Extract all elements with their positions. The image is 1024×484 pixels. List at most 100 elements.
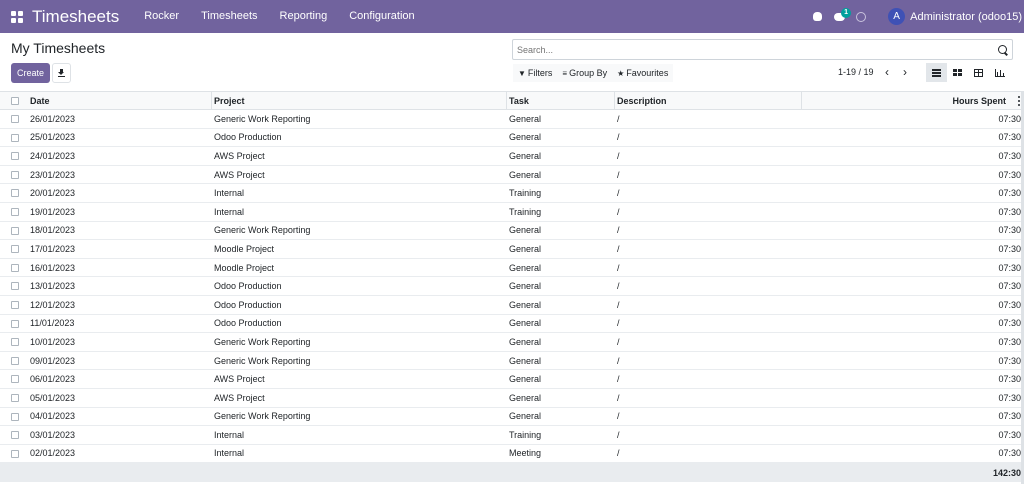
table-row[interactable]: 23/01/2023 AWS Project General / 07:30 xyxy=(0,166,1024,185)
row-checkbox[interactable] xyxy=(11,115,19,123)
row-checkbox[interactable] xyxy=(11,263,19,272)
row-task: General xyxy=(509,355,542,366)
row-checkbox[interactable] xyxy=(11,282,19,291)
menu-configuration[interactable]: Configuration xyxy=(338,0,425,33)
row-hours: 07:30 xyxy=(998,281,1021,292)
row-checkbox[interactable] xyxy=(11,226,19,235)
row-checkbox[interactable] xyxy=(11,133,19,142)
table-row[interactable]: 10/01/2023 Generic Work Reporting General /… xyxy=(0,333,1024,352)
row-description: / xyxy=(617,411,620,422)
messaging-chat-icon[interactable]: 1 xyxy=(828,0,852,33)
row-date: 06/01/2023 xyxy=(30,374,76,385)
row-description: / xyxy=(617,336,620,347)
row-task: General xyxy=(509,299,542,310)
row-task: General xyxy=(509,150,542,161)
row-hours: 07:30 xyxy=(998,374,1021,385)
col-task-header[interactable]: Task xyxy=(509,92,529,109)
row-project: Generic Work Reporting xyxy=(214,225,311,236)
table-row[interactable]: 04/01/2023 Generic Work Reporting General /… xyxy=(0,408,1024,427)
table-row[interactable]: 16/01/2023 Moodle Project General / 07:30 xyxy=(0,259,1024,278)
row-hours: 07:30 xyxy=(998,132,1021,143)
row-checkbox[interactable] xyxy=(11,412,19,421)
row-hours: 07:30 xyxy=(998,150,1021,161)
filters-button[interactable]: ▼ Filters xyxy=(513,64,557,82)
graph-view-button[interactable] xyxy=(989,63,1010,82)
user-menu[interactable]: A Administrator (odoo15) xyxy=(888,8,1022,25)
row-checkbox[interactable] xyxy=(11,338,19,347)
debug-bug-icon[interactable] xyxy=(806,0,828,33)
search-icon[interactable] xyxy=(998,45,1007,54)
row-project: Odoo Production xyxy=(214,132,282,143)
row-description: / xyxy=(617,429,620,440)
col-date-header[interactable]: Date xyxy=(30,92,50,109)
row-checkbox[interactable] xyxy=(11,189,19,198)
row-checkbox[interactable] xyxy=(11,431,19,440)
row-hours: 07:30 xyxy=(998,411,1021,422)
menu-reporting[interactable]: Reporting xyxy=(269,0,339,33)
row-checkbox[interactable] xyxy=(11,245,19,254)
table-row[interactable]: 20/01/2023 Internal Training / 07:30 xyxy=(0,184,1024,203)
table-row[interactable]: 09/01/2023 Generic Work Reporting General /… xyxy=(0,352,1024,371)
row-description: / xyxy=(617,150,620,161)
row-project: Odoo Production xyxy=(214,318,282,329)
row-project: Odoo Production xyxy=(214,299,282,310)
menu-rocker[interactable]: Rocker xyxy=(133,0,190,33)
pager-value[interactable]: 1-19 / 19 xyxy=(838,67,874,77)
table-row[interactable]: 02/01/2023 Internal Meeting / 07:30 xyxy=(0,445,1024,464)
kanban-view-button[interactable] xyxy=(947,63,968,82)
favourites-button[interactable]: ★ Favourites xyxy=(612,64,673,82)
row-hours: 07:30 xyxy=(998,169,1021,180)
groupby-button[interactable]: ≡ Group By xyxy=(557,64,612,82)
optional-columns-icon[interactable] xyxy=(1018,96,1020,106)
row-checkbox[interactable] xyxy=(11,319,19,328)
activity-clock-icon[interactable] xyxy=(850,0,872,33)
row-task: General xyxy=(509,392,542,403)
row-checkbox[interactable] xyxy=(11,152,19,161)
row-hours: 07:30 xyxy=(998,318,1021,329)
top-navbar: Timesheets Rocker Timesheets Reporting C… xyxy=(0,0,1024,33)
download-button[interactable] xyxy=(52,63,71,83)
pager-previous-button[interactable]: ‹ xyxy=(879,63,895,81)
table-row[interactable]: 19/01/2023 Internal Training / 07:30 xyxy=(0,203,1024,222)
col-description-header[interactable]: Description xyxy=(617,92,667,109)
row-checkbox[interactable] xyxy=(11,356,19,365)
kanban-icon xyxy=(953,68,962,77)
row-project: AWS Project xyxy=(214,374,265,385)
row-hours: 07:30 xyxy=(998,355,1021,366)
row-description: / xyxy=(617,448,620,459)
row-description: / xyxy=(617,374,620,385)
grid-view-button[interactable] xyxy=(968,63,989,82)
row-checkbox[interactable] xyxy=(11,375,19,384)
table-row[interactable]: 17/01/2023 Moodle Project General / 07:30 xyxy=(0,240,1024,259)
apps-menu-icon[interactable] xyxy=(11,10,23,23)
table-row[interactable]: 18/01/2023 Generic Work Reporting General /… xyxy=(0,222,1024,241)
row-checkbox[interactable] xyxy=(11,449,19,458)
row-checkbox[interactable] xyxy=(11,300,19,309)
table-row[interactable]: 05/01/2023 AWS Project General / 07:30 xyxy=(0,389,1024,408)
table-row[interactable]: 12/01/2023 Odoo Production General / 07:30 xyxy=(0,296,1024,315)
table-row[interactable]: 13/01/2023 Odoo Production General / 07:30 xyxy=(0,277,1024,296)
row-checkbox[interactable] xyxy=(11,170,19,179)
table-row[interactable]: 25/01/2023 Odoo Production General / 07:30 xyxy=(0,129,1024,148)
col-hours-header[interactable]: Hours Spent xyxy=(952,92,1006,109)
download-icon xyxy=(58,69,65,77)
table-row[interactable]: 11/01/2023 Odoo Production General / 07:30 xyxy=(0,315,1024,334)
table-row[interactable]: 03/01/2023 Internal Training / 07:30 xyxy=(0,426,1024,445)
timesheet-table: Date Project Task Description Hours Spen… xyxy=(0,91,1024,483)
col-project-header[interactable]: Project xyxy=(214,92,245,109)
table-row[interactable]: 06/01/2023 AWS Project General / 07:30 xyxy=(0,370,1024,389)
pager-next-button[interactable]: › xyxy=(897,63,913,81)
row-checkbox[interactable] xyxy=(11,207,19,216)
row-date: 03/01/2023 xyxy=(30,429,76,440)
table-row[interactable]: 26/01/2023 Generic Work Reporting General /… xyxy=(0,110,1024,129)
row-project: AWS Project xyxy=(214,392,265,403)
row-checkbox[interactable] xyxy=(11,393,19,402)
row-project: Internal xyxy=(214,188,245,199)
menu-timesheets[interactable]: Timesheets xyxy=(190,0,268,33)
app-brand[interactable]: Timesheets xyxy=(32,7,119,27)
select-all-checkbox[interactable] xyxy=(11,97,19,105)
create-button[interactable]: Create xyxy=(11,63,50,83)
list-view-button[interactable] xyxy=(926,63,947,82)
table-row[interactable]: 24/01/2023 AWS Project General / 07:30 xyxy=(0,147,1024,166)
search-input[interactable] xyxy=(513,44,983,55)
